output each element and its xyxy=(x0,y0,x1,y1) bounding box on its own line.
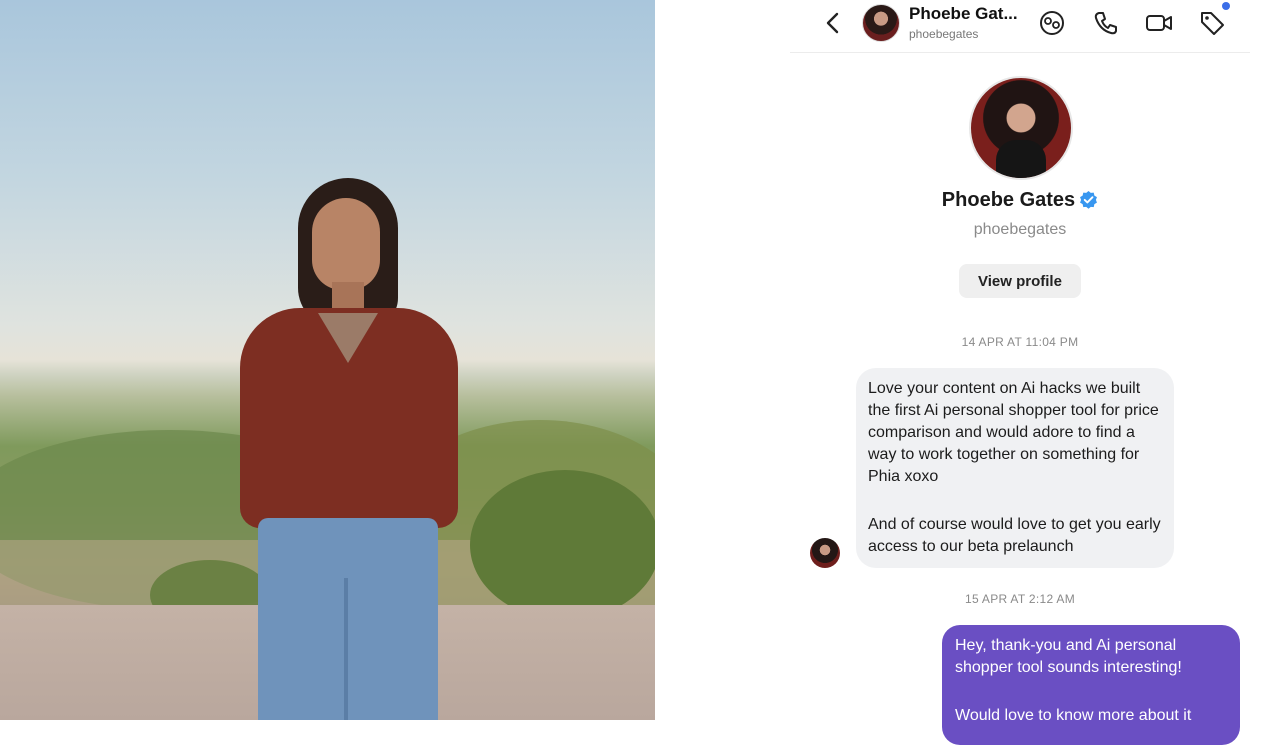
chat-header: Phoebe Gat... phoebegates xyxy=(790,0,1250,53)
notification-dot xyxy=(1222,2,1230,10)
message-paragraph: Hey, thank-you and Ai personal shopper t… xyxy=(955,637,1182,676)
sender-avatar[interactable] xyxy=(810,538,840,568)
person-jeans xyxy=(258,518,438,720)
avatar-figure xyxy=(996,140,1046,178)
outgoing-message-bubble[interactable]: Hey, thank-you and Ai personal shopper t… xyxy=(942,625,1240,745)
message-timestamp: 15 APR AT 2:12 AM xyxy=(964,592,1076,606)
audio-call-effects-icon[interactable] xyxy=(1037,8,1067,38)
message-paragraph: Love your content on Ai hacks we built t… xyxy=(868,380,1159,485)
incoming-message-bubble[interactable]: Love your content on Ai hacks we built t… xyxy=(856,368,1174,568)
profile-name: Phoebe Gates xyxy=(790,189,1250,212)
chat-panel: Phoebe Gat... phoebegates Phoebe Gates p… xyxy=(790,0,1250,745)
video-camera-icon[interactable] xyxy=(1144,8,1174,38)
person-figure xyxy=(240,178,460,720)
message-timestamp: 14 APR AT 11:04 PM xyxy=(961,335,1079,349)
header-avatar[interactable] xyxy=(862,4,900,42)
profile-name-text: Phoebe Gates xyxy=(941,189,1076,211)
profile-username: phoebegates xyxy=(973,221,1067,238)
back-arrow-icon[interactable] xyxy=(822,10,844,36)
verified-badge-icon xyxy=(1080,190,1098,209)
message-paragraph: Would love to know more about it xyxy=(955,707,1192,724)
phone-icon[interactable] xyxy=(1091,8,1121,38)
background-bush xyxy=(470,470,655,620)
view-profile-button[interactable]: View profile xyxy=(959,264,1081,298)
profile-avatar[interactable] xyxy=(969,76,1073,180)
person-jeans-seam xyxy=(344,578,348,720)
message-paragraph: And of course would love to get you earl… xyxy=(868,516,1161,555)
tag-icon[interactable] xyxy=(1197,8,1227,38)
person-face xyxy=(312,198,380,290)
header-name[interactable]: Phoebe Gat... xyxy=(909,4,1018,24)
profile-photo xyxy=(0,0,655,720)
header-username: phoebegates xyxy=(909,27,979,41)
